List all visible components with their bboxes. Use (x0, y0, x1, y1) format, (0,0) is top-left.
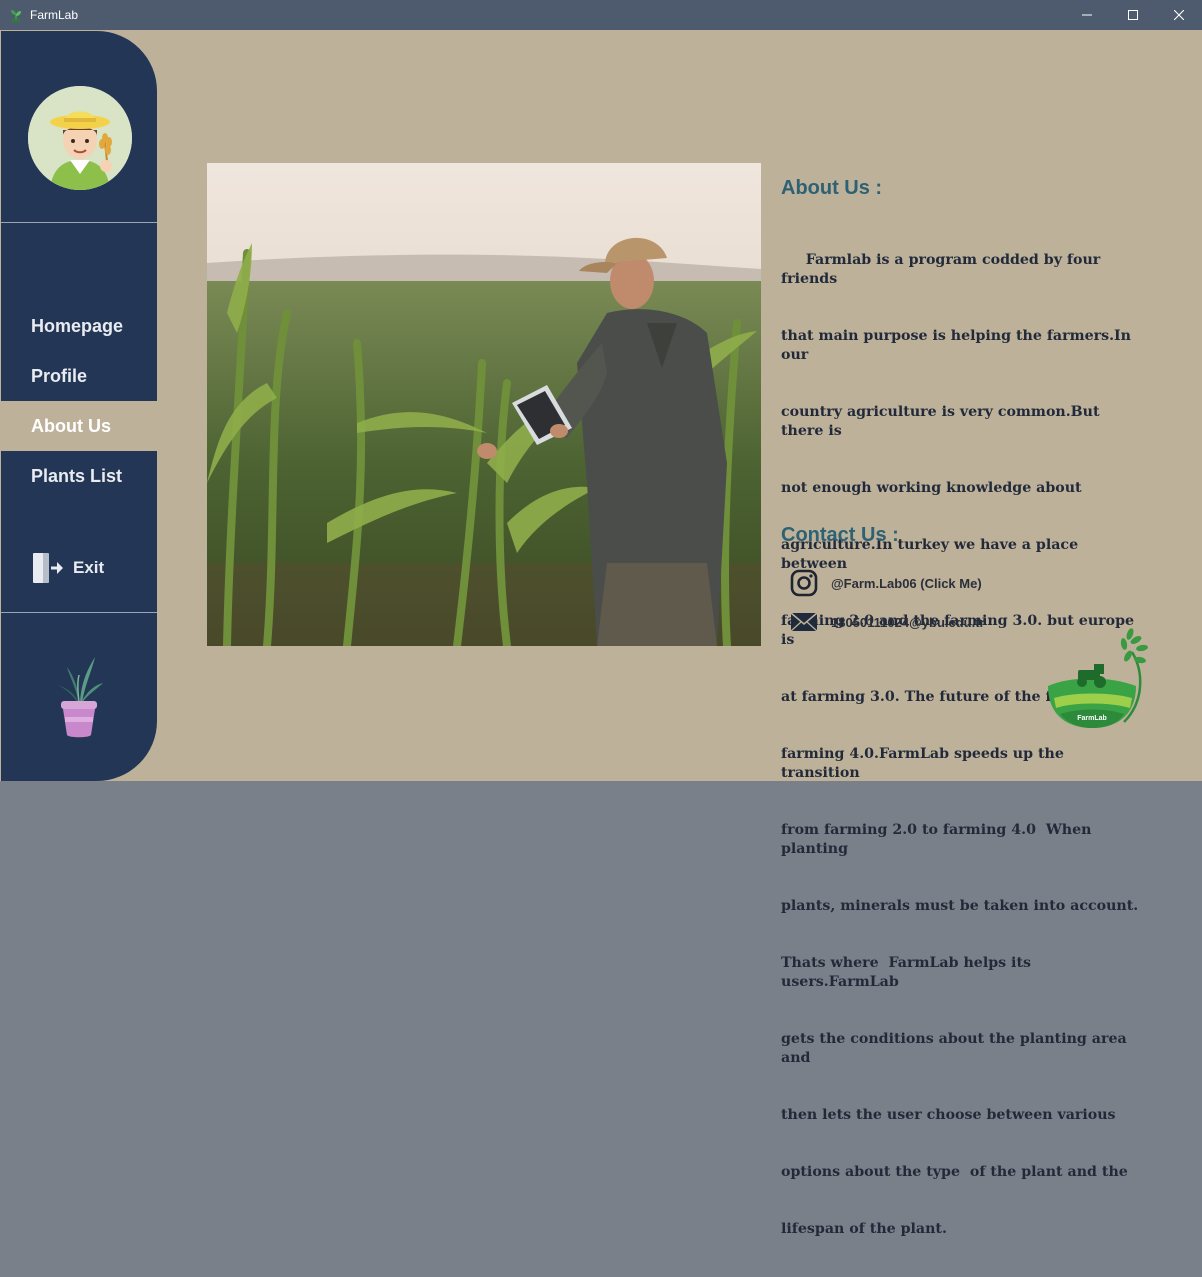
about-line: not enough working knowledge about (781, 480, 1082, 496)
logo-text: FarmLab (1077, 715, 1107, 722)
window-title: FarmLab (30, 8, 79, 22)
sidebar-divider-bottom (1, 612, 157, 613)
about-us-text: Farmlab is a program codded by four frie… (781, 213, 1146, 1277)
contact-us-heading: Contact Us : (781, 524, 899, 546)
instagram-handle: @Farm.Lab06 (Click Me) (831, 575, 982, 591)
about-us-heading: About Us : (781, 177, 883, 199)
instagram-icon (790, 569, 818, 597)
about-line: farming 4.0.FarmLab speeds up the transi… (781, 746, 1069, 781)
farmer-photo (207, 163, 761, 646)
minimize-button[interactable] (1064, 0, 1110, 30)
app-window: FarmLab Homepage Profile About Us Plants… (0, 0, 1202, 1237)
email-address: 18050111024@ybu.edu.tr (831, 614, 985, 630)
title-bar: FarmLab (0, 0, 1202, 30)
exit-button[interactable]: Exit (31, 551, 104, 585)
minimize-icon (1082, 14, 1092, 16)
sidebar-item-profile[interactable]: Profile (1, 351, 157, 401)
about-line: lifespan of the plant. (781, 1221, 947, 1237)
about-line: from farming 2.0 to farming 4.0 When pla… (781, 822, 1097, 857)
farmer-cornfield-image (207, 163, 761, 646)
sidebar: Homepage Profile About Us Plants List Ex… (1, 31, 157, 781)
close-icon (1174, 10, 1184, 20)
about-line: options about the type of the plant and … (781, 1164, 1128, 1180)
sidebar-item-about-us[interactable]: About Us (1, 401, 157, 451)
mail-icon (790, 612, 818, 632)
maximize-button[interactable] (1110, 0, 1156, 30)
app-plant-icon (11, 10, 21, 22)
maximize-icon (1128, 10, 1138, 20)
about-line: that main purpose is helping the farmers… (781, 328, 1136, 363)
sidebar-item-homepage[interactable]: Homepage (1, 301, 157, 351)
about-line: then lets the user choose between variou… (781, 1107, 1116, 1123)
email-row: 18050111024@ybu.edu.tr (789, 610, 985, 634)
sidebar-divider-top (1, 222, 157, 223)
about-line: plants, minerals must be taken into acco… (781, 898, 1139, 914)
farmlab-logo: FarmLab (1048, 628, 1148, 728)
exit-door-icon (33, 553, 63, 583)
close-button[interactable] (1156, 0, 1202, 30)
sidebar-item-plants-list[interactable]: Plants List (1, 451, 157, 501)
about-line: Thats where FarmLab helps its users.Farm… (781, 955, 1036, 990)
potted-plant-icon (57, 657, 103, 738)
instagram-link[interactable]: @Farm.Lab06 (Click Me) (789, 568, 982, 598)
exit-label: Exit (73, 558, 105, 577)
about-line: country agriculture is very common.But t… (781, 404, 1110, 439)
farmer-avatar-icon (28, 86, 132, 190)
about-line: gets the conditions about the planting a… (781, 1031, 1132, 1066)
about-line: Farmlab is a program codded by four frie… (781, 252, 1106, 287)
avatar[interactable] (28, 86, 132, 190)
